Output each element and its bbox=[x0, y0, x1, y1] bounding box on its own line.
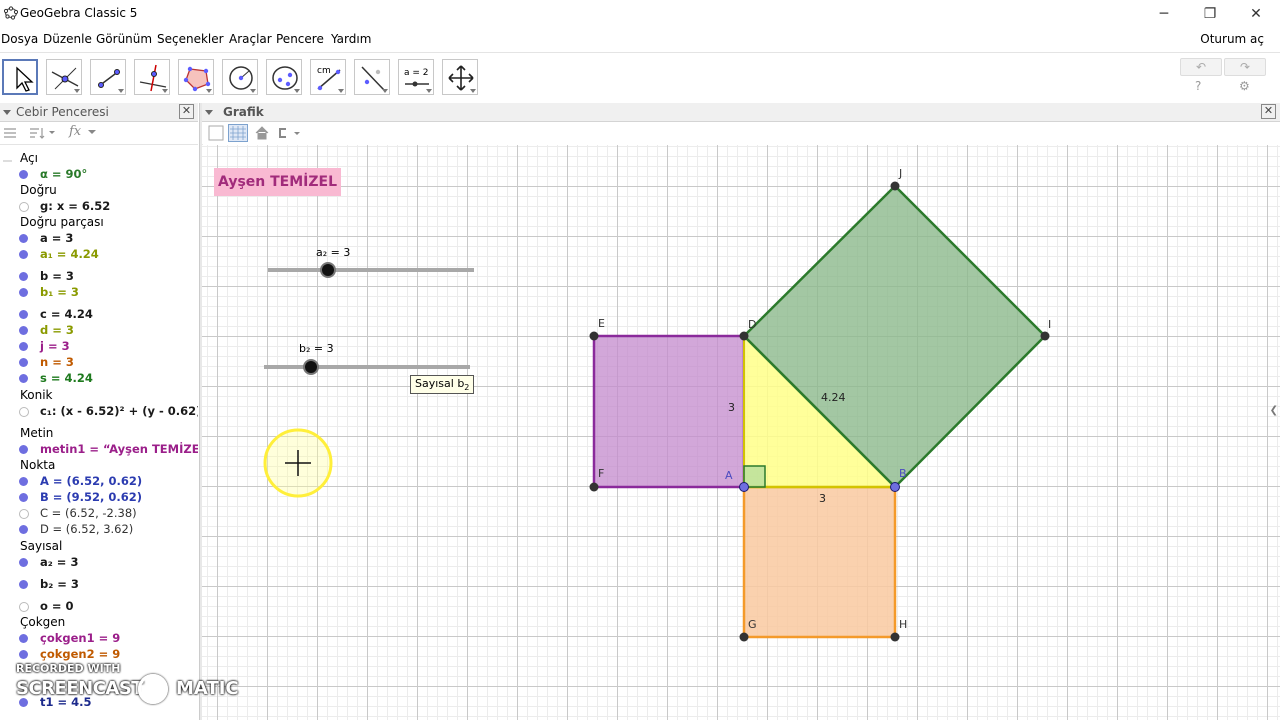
point-H[interactable] bbox=[890, 632, 900, 642]
tooltip: Sayısal b2 bbox=[410, 375, 475, 395]
label-H: H bbox=[899, 618, 907, 631]
geometry-drawing: a₂ = 3 b₂ = 3 E F D A B G H I J 3 3 4.24 bbox=[263, 167, 1051, 642]
point-E[interactable] bbox=[589, 331, 599, 341]
slider-b2-knob[interactable] bbox=[303, 359, 319, 375]
point-D[interactable] bbox=[739, 331, 749, 341]
point-F[interactable] bbox=[589, 482, 599, 492]
label-F: F bbox=[598, 467, 604, 480]
label-I: I bbox=[1048, 318, 1051, 331]
watermark-matic: MATIC bbox=[176, 678, 239, 699]
point-G[interactable] bbox=[739, 632, 749, 642]
edge-label-hypotenuse: 4.24 bbox=[821, 391, 846, 404]
point-B[interactable] bbox=[890, 482, 900, 492]
slider-a2-label: a₂ = 3 bbox=[316, 246, 350, 259]
label-E: E bbox=[598, 317, 605, 330]
square-orange[interactable] bbox=[742, 485, 897, 639]
slider-b2-label: b₂ = 3 bbox=[299, 342, 334, 355]
collapse-arrow-icon[interactable]: ❮ bbox=[1270, 405, 1278, 416]
watermark-recorded-with: RECORDED WITH bbox=[16, 662, 121, 675]
text-object-label[interactable]: Ayşen TEMİZEL bbox=[214, 168, 342, 196]
screencast-logo-icon bbox=[138, 674, 168, 704]
point-A[interactable] bbox=[739, 482, 749, 492]
label-A: A bbox=[725, 469, 733, 482]
label-J: J bbox=[898, 167, 902, 180]
label-G: G bbox=[748, 618, 757, 631]
edge-label-bottom: 3 bbox=[819, 492, 826, 505]
point-I[interactable] bbox=[1040, 331, 1050, 341]
point-J[interactable] bbox=[890, 181, 900, 191]
watermark-screencast: SCREENCAST bbox=[16, 678, 144, 699]
label-B: B bbox=[899, 467, 907, 480]
square-purple[interactable] bbox=[592, 334, 746, 489]
edge-label-left: 3 bbox=[728, 401, 735, 414]
slider-a2-knob[interactable] bbox=[320, 262, 336, 278]
label-D: D bbox=[748, 318, 756, 331]
